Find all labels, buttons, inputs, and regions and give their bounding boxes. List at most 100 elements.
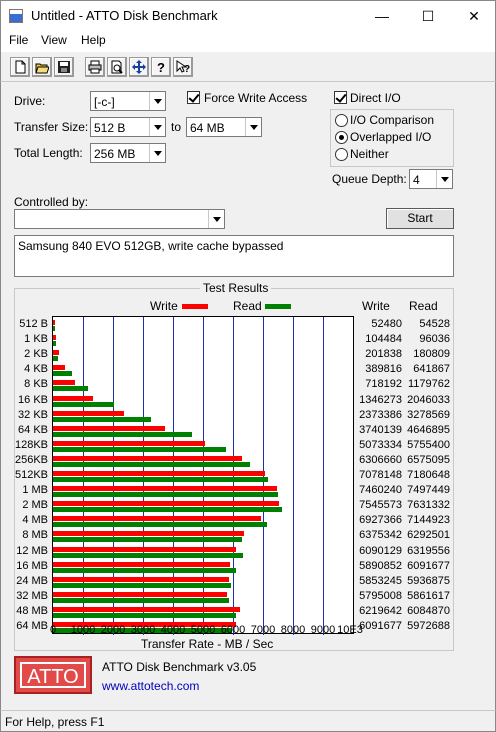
svg-text:?: ? <box>184 64 190 74</box>
read-bar <box>53 612 236 618</box>
website-link[interactable]: www.attotech.com <box>102 679 199 693</box>
chevron-down-icon <box>149 118 165 136</box>
write-value: 6927366 <box>359 514 402 527</box>
start-button[interactable]: Start <box>386 208 454 229</box>
write-bar <box>53 576 229 582</box>
x-tick-label: 6000 <box>220 624 246 636</box>
write-bar <box>53 395 94 401</box>
total-length-select[interactable]: 256 MB <box>90 143 166 163</box>
read-bar <box>53 446 226 452</box>
x-tick-label: 7000 <box>250 624 276 636</box>
category-label: 512KB <box>14 469 48 481</box>
print-preview-icon[interactable] <box>107 57 127 77</box>
to-label: to <box>171 120 182 134</box>
new-icon[interactable] <box>10 57 30 77</box>
category-label: 16 MB <box>16 559 48 572</box>
read-bar <box>53 371 73 377</box>
category-label: 48 MB <box>16 604 48 617</box>
x-tick-label: 0 <box>49 624 57 636</box>
transfer-size-from-select[interactable]: 512 B <box>90 117 166 137</box>
direct-io-checkbox[interactable] <box>334 91 347 104</box>
read-value: 6319556 <box>407 544 450 557</box>
write-bar <box>53 471 266 476</box>
results-table: 52480 54528 104484 96036 201838 180809 389816 6… <box>356 318 452 632</box>
read-value: 5755400 <box>407 438 450 451</box>
total-length-label: Total Length: <box>14 146 83 160</box>
toolbar: ? ? <box>0 52 496 82</box>
status-bar: For Help, press F1 <box>0 710 496 732</box>
queue-depth-select[interactable]: 4 <box>409 169 453 189</box>
write-value: 718192 <box>365 378 402 391</box>
help-icon[interactable]: ? <box>151 57 171 77</box>
close-button[interactable]: ✕ <box>451 1 496 31</box>
save-icon[interactable] <box>54 57 74 77</box>
chevron-down-icon <box>245 118 261 136</box>
overlapped-io-radio[interactable] <box>335 131 348 144</box>
read-value: 6292501 <box>407 529 450 542</box>
transfer-size-label: Transfer Size: <box>14 120 89 134</box>
read-bar <box>53 522 268 528</box>
atto-logo: ATTO <box>14 656 92 694</box>
read-bar <box>53 386 89 392</box>
grid-line <box>293 317 294 635</box>
svg-text:?: ? <box>157 60 165 74</box>
read-value: 7180648 <box>407 469 450 481</box>
context-help-icon[interactable]: ? <box>173 57 193 77</box>
read-bar <box>53 507 282 513</box>
category-labels: 512 B 1 KB 2 KB 4 KB 8 KB 16 KB 32 KB 64 KB 128K… <box>14 318 48 632</box>
force-write-checkbox[interactable] <box>187 91 200 104</box>
read-value: 6575095 <box>407 453 450 466</box>
product-name: ATTO Disk Benchmark v3.05 <box>102 660 257 674</box>
transfer-size-to-select[interactable]: 64 MB <box>186 117 262 137</box>
print-icon[interactable] <box>85 57 105 77</box>
title-bar: Untitled - ATTO Disk Benchmark — ☐ ✕ <box>0 0 496 30</box>
test-results-title: Test Results <box>200 281 272 295</box>
write-value: 6090129 <box>359 544 402 557</box>
category-label: 2 MB <box>22 499 48 512</box>
transfer-from-value: 512 B <box>94 121 126 135</box>
chevron-down-icon <box>149 144 165 162</box>
category-label: 32 KB <box>18 408 48 421</box>
read-value: 2046033 <box>407 393 450 406</box>
open-icon[interactable] <box>32 57 52 77</box>
controlled-by-label: Controlled by: <box>14 195 89 209</box>
write-value: 1346273 <box>359 393 402 406</box>
read-bar <box>53 582 232 588</box>
x-axis-label: Transfer Rate - MB / Sec <box>141 637 274 651</box>
category-label: 4 KB <box>24 363 48 376</box>
write-value: 6091677 <box>359 620 402 632</box>
menu-file[interactable]: File <box>9 33 28 47</box>
write-value: 5073334 <box>359 438 402 451</box>
x-tick-label: 8000 <box>280 624 306 636</box>
read-value: 3278569 <box>407 408 450 421</box>
drive-select[interactable]: [-c-] <box>90 91 166 111</box>
controlled-by-select[interactable] <box>14 209 225 229</box>
minimize-button[interactable]: — <box>359 1 405 31</box>
grid-line <box>233 317 234 635</box>
chart-plot-area <box>52 316 354 635</box>
menu-help[interactable]: Help <box>81 33 106 47</box>
maximize-button[interactable]: ☐ <box>405 1 451 31</box>
read-bar <box>53 597 229 603</box>
write-bar <box>53 561 230 567</box>
read-bar <box>53 326 55 331</box>
menu-view[interactable]: View <box>41 33 67 47</box>
write-value: 5853245 <box>359 574 402 587</box>
category-label: 64 KB <box>18 423 48 436</box>
move-icon[interactable] <box>129 57 149 77</box>
x-tick-label: 1000 <box>70 624 96 636</box>
write-value: 7078148 <box>359 469 402 481</box>
window-title: Untitled - ATTO Disk Benchmark <box>31 8 218 23</box>
description-text: Samsung 840 EVO 512GB, write cache bypas… <box>18 239 284 253</box>
read-value: 54528 <box>419 318 450 330</box>
io-comparison-radio[interactable] <box>335 114 348 127</box>
description-field[interactable]: Samsung 840 EVO 512GB, write cache bypas… <box>14 235 454 277</box>
neither-radio[interactable] <box>335 148 348 161</box>
read-bar <box>53 567 236 573</box>
read-bar <box>53 537 242 543</box>
app-icon <box>9 9 23 23</box>
category-label: 8 KB <box>24 378 48 391</box>
transfer-to-value: 64 MB <box>190 121 225 135</box>
read-bar <box>53 416 152 422</box>
read-bar <box>53 492 278 498</box>
